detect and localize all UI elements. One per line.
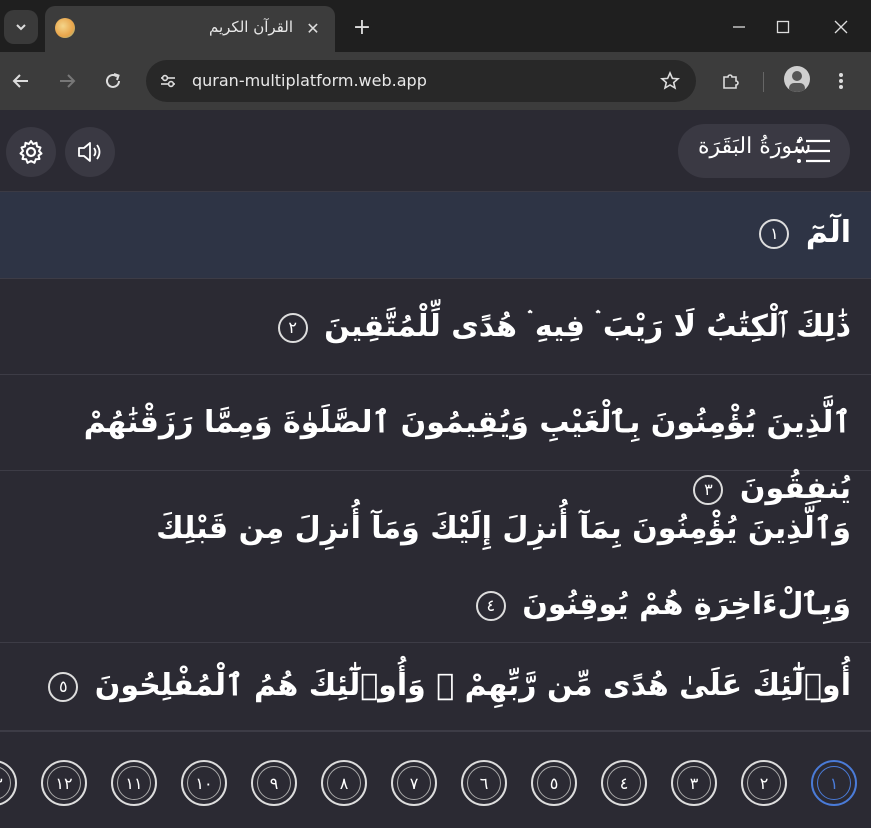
ayah-number-marker: ٢ [277, 312, 308, 343]
tab-close-button[interactable]: ✕ [301, 16, 325, 40]
address-bar[interactable]: quran-multiplatform.web.app [146, 60, 696, 102]
minimize-icon [733, 26, 745, 28]
ayah-text: الٓمٓ ١ [14, 200, 851, 266]
maximize-icon [776, 20, 790, 34]
arrow-left-icon [12, 74, 28, 88]
new-tab-button[interactable]: + [348, 13, 376, 41]
ayah-number-marker: ١ [759, 218, 790, 249]
surah-name: سُورَةُ البَقَرَة [698, 134, 812, 159]
ayah-verse: ذَٰلِكَ ٱلْكِتَٰبُ لَا رَيْبَ ۛ فِيهِ ۛ … [324, 309, 851, 344]
site-info-icon[interactable] [156, 69, 180, 93]
ayah-row-1[interactable]: الٓمٓ ١ [0, 192, 871, 279]
settings-button[interactable] [6, 127, 56, 177]
ayah-nav-button[interactable]: ١٠ [181, 760, 227, 806]
gear-icon [19, 140, 43, 164]
reload-button[interactable] [96, 64, 130, 98]
chevron-down-icon [16, 24, 26, 31]
ayah-nav-button[interactable]: ١٢ [41, 760, 87, 806]
tab-title: القرآن الكريم [208, 18, 293, 36]
list-menu-icon [797, 139, 830, 163]
ayah-nav-button[interactable]: ١٣ [0, 760, 17, 806]
close-icon [834, 20, 848, 34]
speaker-icon [78, 142, 101, 162]
favicon-icon [55, 18, 75, 38]
ayah-nav-button[interactable]: ٣ [671, 760, 717, 806]
ayah-nav-button[interactable]: ١١ [111, 760, 157, 806]
ayah-row-2[interactable]: ذَٰلِكَ ٱلْكِتَٰبُ لَا رَيْبَ ۛ فِيهِ ۛ … [0, 279, 871, 375]
ayah-nav-button[interactable]: ٥ [531, 760, 577, 806]
kebab-menu-icon [839, 73, 843, 89]
close-window-button[interactable] [818, 10, 864, 44]
ayah-nav-button[interactable]: ٢ [741, 760, 787, 806]
ayah-nav-button[interactable]: ٨ [321, 760, 367, 806]
back-button[interactable] [4, 64, 38, 98]
ayah-nav-button[interactable]: ٤ [601, 760, 647, 806]
puzzle-icon [723, 74, 739, 89]
ayah-nav-button[interactable]: ٦ [461, 760, 507, 806]
maximize-button[interactable] [760, 10, 806, 44]
surah-selector[interactable]: سُورَةُ البَقَرَة [678, 124, 850, 178]
ayah-verse: الٓمٓ [805, 215, 851, 250]
reload-icon [106, 73, 120, 88]
minimize-button[interactable] [716, 10, 762, 44]
ayah-nav-button[interactable]: ٩ [251, 760, 297, 806]
tab-search-button[interactable] [4, 10, 38, 44]
bookmark-star-icon[interactable] [658, 69, 682, 93]
ayah-text: وَٱلَّذِينَ يُؤْمِنُونَ بِمَآ أُنزِلَ إِ… [14, 491, 851, 643]
audio-button[interactable] [65, 127, 115, 177]
toolbar-divider [763, 72, 764, 92]
url-text: quran-multiplatform.web.app [192, 71, 427, 90]
ayah-nav-button[interactable]: ١ [811, 760, 857, 806]
profile-avatar[interactable] [784, 66, 810, 92]
app-header: سُورَةُ البَقَرَة [0, 110, 871, 192]
ayah-nav-button[interactable]: ٧ [391, 760, 437, 806]
ayah-number-marker: ٤ [475, 590, 506, 621]
forward-button[interactable] [50, 64, 84, 98]
browser-tab[interactable]: القرآن الكريم ✕ [45, 6, 335, 52]
browser-menu-button[interactable] [824, 64, 858, 98]
ayah-row-5[interactable]: أُو۟لَٰٓئِكَ عَلَىٰ هُدًى مِّن رَّبِّهِم… [0, 643, 871, 731]
ayah-row-3[interactable]: ٱلَّذِينَ يُؤْمِنُونَ بِٱلْغَيْبِ وَيُقِ… [0, 375, 871, 506]
arrow-right-icon [60, 74, 76, 88]
browser-toolbar: quran-multiplatform.web.app [0, 52, 871, 110]
ayah-text: ذَٰلِكَ ٱلْكِتَٰبُ لَا رَيْبَ ۛ فِيهِ ۛ … [14, 294, 851, 360]
ayah-navigator: ١ ٢ ٣ ٤ ٥ ٦ ٧ ٨ ٩ ١٠ ١١ ١٢ ١٣ [0, 731, 871, 828]
ayah-number-marker: ٥ [48, 671, 79, 702]
ayah-row-4[interactable]: وَٱلَّذِينَ يُؤْمِنُونَ بِمَآ أُنزِلَ إِ… [0, 471, 871, 643]
ayah-verse: أُو۟لَٰٓئِكَ عَلَىٰ هُدًى مِّن رَّبِّهِم… [94, 668, 851, 703]
ayah-text: أُو۟لَٰٓئِكَ عَلَىٰ هُدًى مِّن رَّبِّهِم… [14, 653, 851, 719]
extensions-button[interactable] [714, 64, 748, 98]
browser-tab-bar: القرآن الكريم ✕ + [0, 0, 871, 52]
